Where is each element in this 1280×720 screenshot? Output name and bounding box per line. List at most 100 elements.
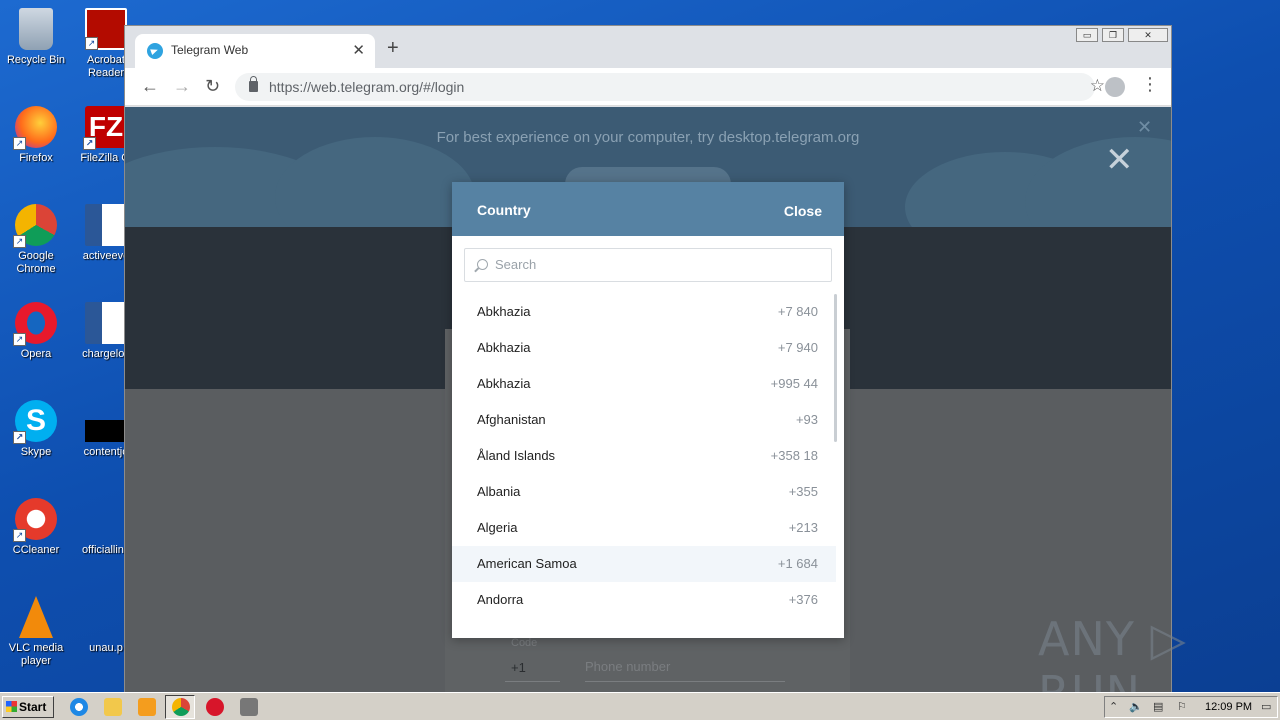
menu-kebab-icon[interactable]: ⋮ [1141,75,1159,93]
page-close-icon[interactable]: ✕ [1105,143,1134,177]
filezilla-icon: FZ ↗ [83,106,127,150]
network-app-icon[interactable] [240,698,258,716]
desktop-icon-vlc[interactable]: VLC media player [0,596,72,668]
country-name: American Samoa [477,556,577,571]
country-dial-code: +93 [795,412,818,427]
media-player-icon[interactable] [138,698,156,716]
country-dial-code: +1 684 [777,556,818,571]
desktop-icon-label: Opera [20,348,52,360]
flag-icon[interactable]: ⚐ [1177,701,1191,714]
url-text: https://web.telegram.org/#/login [269,79,465,95]
maximize-button[interactable]: ❐ [1102,28,1124,42]
tab-strip: Telegram Web ✕ + ▭ ❐ ✕ [125,26,1171,68]
recycle-bin-icon [19,8,53,50]
show-desktop-icon[interactable]: ▭ [1261,701,1275,714]
search-input[interactable] [495,257,815,272]
acrobat-icon: ↗ [85,8,127,50]
country-dial-code: +213 [788,520,818,535]
country-row[interactable]: Afghanistan +93 [452,402,836,438]
desktop-icon-label: chargeloc [82,348,130,360]
tray-expand-icon[interactable]: ⌃ [1109,701,1123,714]
country-name: Albania [477,484,521,499]
country-row[interactable]: Albania +355 [452,474,836,510]
desktop-icon-label: CCleaner [12,544,60,556]
desktop-app-banner: For best experience on your computer, tr… [436,129,860,146]
browser-toolbar: ← → ↻ https://web.telegram.org/#/login ☆… [125,68,1171,106]
phone-underline [585,681,785,682]
country-name: Abkhazia [477,376,531,391]
country-name: Abkhazia [477,340,531,355]
country-row[interactable]: Abkhazia +7 940 [452,330,836,366]
phone-number-field[interactable]: Phone number [585,659,670,674]
code-label: Code [511,637,538,649]
opera-icon[interactable] [206,698,224,716]
country-name: Åland Islands [477,448,556,463]
file-icon [85,596,127,638]
desktop-icon-skype[interactable]: S ↗ Skype [0,400,72,459]
desktop-icon-label: officialline [81,544,131,556]
country-row[interactable]: Andorra +376 [452,582,836,618]
address-bar[interactable]: https://web.telegram.org/#/login ☆ [235,73,1105,101]
country-dial-code: +7 940 [777,340,818,355]
reload-icon[interactable]: ↻ [205,76,220,96]
desktop-icon-label: Google Chrome [16,250,56,275]
network-icon[interactable]: ▤ [1153,701,1167,714]
taskbar: Start ⌃ 🔈 ▤ ⚐ 12:09 PM ▭ [0,692,1280,720]
forward-icon[interactable]: → [173,76,191,96]
country-row[interactable]: Åland Islands +358 18 [452,438,836,474]
word-document-icon [85,204,127,246]
desktop-icon-google-chrome[interactable]: ↗ Google Chrome [0,204,72,276]
country-name: Andorra [477,592,524,607]
country-row[interactable]: Abkhazia +7 840 [452,294,836,330]
opera-icon: ↗ [13,302,57,346]
country-code-field[interactable]: +1 [511,660,526,675]
desktop-icon-label: Acrobat Reader [87,54,125,79]
ccleaner-icon: ↗ [13,498,57,542]
new-tab-button[interactable]: + [387,38,399,58]
tab-close-icon[interactable]: ✕ [352,41,365,59]
scrollbar[interactable] [834,294,837,442]
desktop-icon-label: activeeve [82,250,130,262]
system-tray: ⌃ 🔈 ▤ ⚐ 12:09 PM ▭ [1104,696,1278,718]
desktop-icon-firefox[interactable]: ↗ Firefox [0,106,72,165]
lock-icon [249,76,258,92]
folder-icon[interactable] [104,698,122,716]
country-row[interactable]: Algeria +213 [452,510,836,546]
modal-header: Country Close [452,182,844,236]
back-icon[interactable]: ← [141,76,159,96]
country-row[interactable]: American Samoa +1 684 [452,546,836,582]
tab-telegram-web[interactable]: Telegram Web ✕ [135,34,375,68]
vlc-icon [19,596,53,638]
start-label: Start [19,700,47,714]
search-icon [477,259,488,270]
black-file-icon [85,420,127,442]
country-row[interactable]: Abkhazia +995 44 [452,366,836,402]
word-document-icon [85,302,127,344]
chrome-icon[interactable] [172,698,190,716]
desktop-icon-ccleaner[interactable]: ↗ CCleaner [0,498,72,557]
banner-close-icon[interactable]: ✕ [1137,117,1152,138]
desktop-icon-label: Skype [20,446,52,458]
country-dial-code: +355 [788,484,818,499]
desktop-icon-opera[interactable]: ↗ Opera [0,302,72,361]
country-dial-code: +995 44 [770,376,818,391]
start-button[interactable]: Start [2,696,54,718]
close-window-button[interactable]: ✕ [1128,28,1168,42]
bookmark-star-icon[interactable]: ☆ [1090,76,1105,96]
profile-avatar-icon[interactable] [1105,77,1125,97]
minimize-button[interactable]: ▭ [1076,28,1098,42]
file-icon [85,498,127,540]
desktop-icon-label: Recycle Bin [6,54,66,66]
desktop-icon-label: Firefox [19,152,53,164]
country-name: Afghanistan [477,412,546,427]
volume-icon[interactable]: 🔈 [1129,701,1143,714]
tab-title: Telegram Web [171,43,249,57]
desktop-icon-recycle-bin[interactable]: Recycle Bin [0,8,72,67]
search-box[interactable] [464,248,832,282]
chrome-icon: ↗ [13,204,57,248]
desktop-icon-label: VLC media player [8,642,64,667]
windows-logo-icon [6,701,17,712]
country-list[interactable]: Abkhazia +7 840 Abkhazia +7 940 Abkhazia +995… [452,294,836,624]
internet-explorer-icon[interactable] [70,698,88,716]
modal-close-button[interactable]: Close [784,203,822,219]
